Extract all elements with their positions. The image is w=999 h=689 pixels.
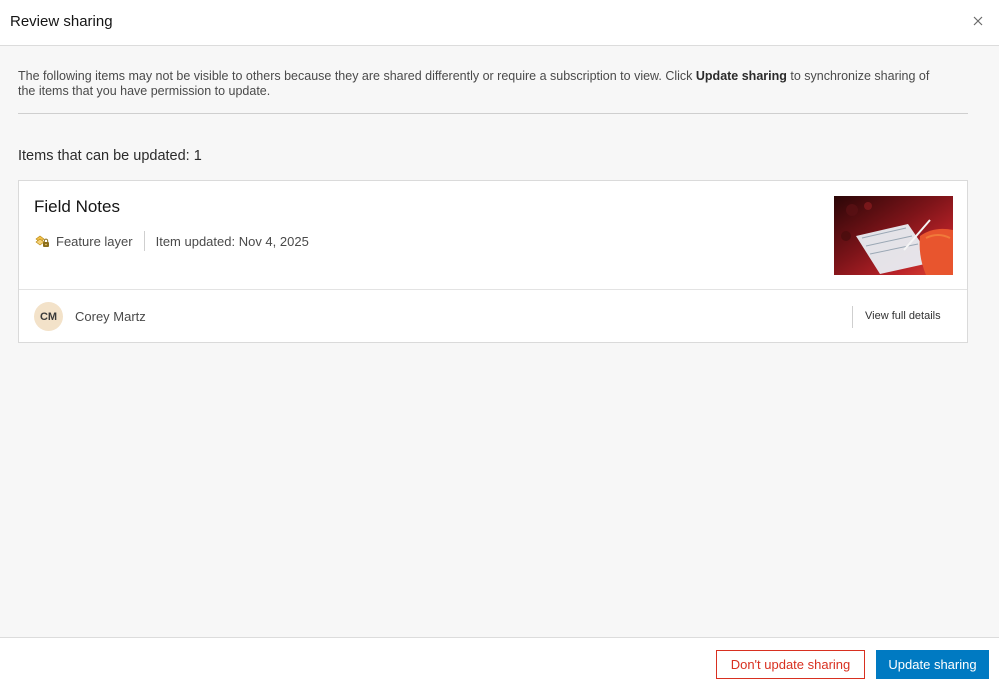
avatar: CM [34, 302, 63, 331]
item-card-main: Field Notes Feature layer Item updated: … [19, 181, 967, 290]
close-button[interactable] [971, 14, 985, 28]
details-separator [852, 306, 853, 328]
item-card-footer: CM Corey Martz View full details [19, 291, 967, 343]
dont-update-sharing-button[interactable]: Don't update sharing [716, 650, 865, 679]
notice-text-bold: Update sharing [695, 69, 787, 83]
item-type: Feature layer [56, 233, 133, 249]
close-icon [973, 16, 983, 26]
item-name: Field Notes [34, 197, 120, 216]
notice-text-start: The following items may not be visible t… [18, 69, 696, 83]
notice-text: The following items may not be visible t… [18, 69, 948, 99]
dialog-title: Review sharing [10, 13, 113, 30]
divider [18, 113, 968, 114]
view-full-details-link[interactable]: View full details [865, 310, 941, 322]
items-heading: Items that can be updated: 1 [18, 148, 202, 164]
feature-layer-icon [34, 233, 50, 249]
update-sharing-button[interactable]: Update sharing [876, 650, 989, 679]
owner-name: Corey Martz [75, 309, 146, 324]
item-thumbnail [834, 196, 953, 275]
dialog-footer: Don't update sharing Update sharing [0, 637, 999, 689]
item-meta: Feature layer Item updated: Nov 4, 2025 [34, 231, 309, 251]
meta-separator [143, 231, 145, 251]
review-sharing-dialog: Review sharing The following items may n… [0, 0, 999, 689]
dialog-content: The following items may not be visible t… [0, 47, 999, 637]
item-updated: Item updated: Nov 4, 2025 [155, 233, 309, 249]
item-card: Field Notes Feature layer Item updated: … [18, 180, 968, 343]
dialog-header: Review sharing [0, 0, 999, 46]
